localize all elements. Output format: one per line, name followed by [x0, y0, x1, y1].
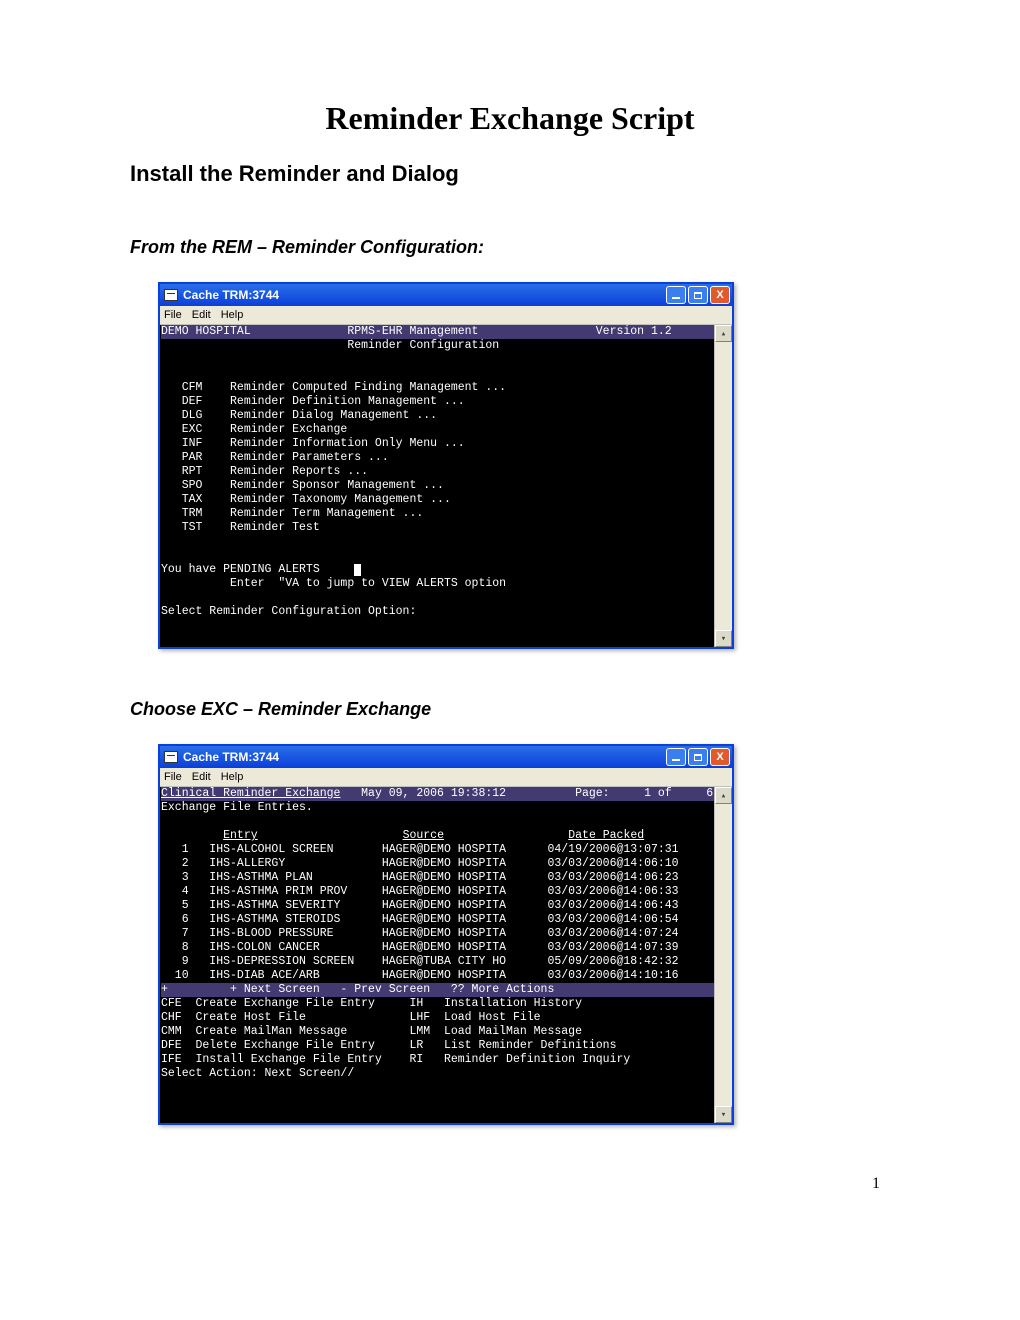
page-number: 1 [130, 1175, 890, 1193]
menu-line: SPO Reminder Sponsor Management ... [161, 479, 444, 492]
menu-line: EXC Reminder Exchange [161, 423, 347, 436]
document-title: Reminder Exchange Script [130, 100, 890, 137]
minimize-button[interactable] [666, 286, 686, 304]
close-button[interactable]: X [710, 748, 730, 766]
prompt[interactable]: Select Action: Next Screen// [161, 1067, 354, 1080]
menu-edit[interactable]: Edit [192, 770, 211, 784]
table-row[interactable]: 1 IHS-ALCOHOL SCREEN HAGER@DEMO HOSPITA … [161, 843, 679, 856]
menu-line: PAR Reminder Parameters ... [161, 451, 389, 464]
menu-line: TST Reminder Test [161, 521, 320, 534]
action-line[interactable]: CHF Create Host File LHF Load Host File [161, 1011, 541, 1024]
scrollbar[interactable]: ▴ ▾ [714, 787, 732, 1123]
close-button[interactable]: X [710, 286, 730, 304]
terminal-area[interactable]: Clinical Reminder Exchange May 09, 2006 … [160, 787, 732, 1123]
terminal-area[interactable]: DEMO HOSPITAL RPMS-EHR Management Versio… [160, 325, 732, 647]
minimize-button[interactable] [666, 748, 686, 766]
menu-file[interactable]: File [164, 770, 182, 784]
terminal-window-2: Cache TRM:3744 X File Edit Help Clinical… [158, 744, 734, 1125]
menu-line: INF Reminder Information Only Menu ... [161, 437, 465, 450]
terminal-subhead: Reminder Configuration [161, 339, 713, 352]
table-row[interactable]: 5 IHS-ASTHMA SEVERITY HAGER@DEMO HOSPITA… [161, 899, 679, 912]
prompt[interactable]: Select Reminder Configuration Option: [161, 605, 423, 618]
table-row[interactable]: 8 IHS-COLON CANCER HAGER@DEMO HOSPITA 03… [161, 941, 679, 954]
terminal-header-row: DEMO HOSPITAL RPMS-EHR Management Versio… [161, 325, 732, 339]
step-2-heading: Choose EXC – Reminder Exchange [130, 699, 890, 720]
window-title: Cache TRM:3744 [183, 750, 279, 764]
titlebar[interactable]: Cache TRM:3744 X [160, 284, 732, 306]
menu-line: CFM Reminder Computed Finding Management… [161, 381, 506, 394]
terminal-header-row: Clinical Reminder Exchange May 09, 2006 … [161, 787, 732, 801]
menu-help[interactable]: Help [221, 308, 244, 322]
scrollbar[interactable]: ▴ ▾ [714, 325, 732, 647]
step-1-heading: From the REM – Reminder Configuration: [130, 237, 890, 258]
menu-line: TAX Reminder Taxonomy Management ... [161, 493, 451, 506]
menu-edit[interactable]: Edit [192, 308, 211, 322]
scroll-up-icon[interactable]: ▴ [715, 325, 732, 342]
menu-line: TRM Reminder Term Management ... [161, 507, 423, 520]
menu-line: RPT Reminder Reports ... [161, 465, 368, 478]
terminal-subhead: Exchange File Entries. [161, 801, 713, 814]
section-heading: Install the Reminder and Dialog [130, 161, 890, 187]
titlebar[interactable]: Cache TRM:3744 X [160, 746, 732, 768]
menu-line: DEF Reminder Definition Management ... [161, 395, 465, 408]
table-row[interactable]: 9 IHS-DEPRESSION SCREEN HAGER@TUBA CITY … [161, 955, 679, 968]
nav-row[interactable]: + + Next Screen - Prev Screen ?? More Ac… [161, 983, 732, 997]
scroll-down-icon[interactable]: ▾ [715, 1106, 732, 1123]
window-title: Cache TRM:3744 [183, 288, 279, 302]
maximize-button[interactable] [688, 286, 708, 304]
table-row[interactable]: 3 IHS-ASTHMA PLAN HAGER@DEMO HOSPITA 03/… [161, 871, 679, 884]
action-line[interactable]: IFE Install Exchange File Entry RI Remin… [161, 1053, 630, 1066]
action-line[interactable]: CMM Create MailMan Message LMM Load Mail… [161, 1025, 582, 1038]
cursor-icon [354, 564, 361, 576]
menubar: File Edit Help [160, 306, 732, 325]
menu-file[interactable]: File [164, 308, 182, 322]
menubar: File Edit Help [160, 768, 732, 787]
table-row[interactable]: 2 IHS-ALLERGY HAGER@DEMO HOSPITA 03/03/2… [161, 857, 679, 870]
app-icon [164, 289, 178, 301]
action-line[interactable]: CFE Create Exchange File Entry IH Instal… [161, 997, 582, 1010]
alert-hint: Enter "VA to jump to VIEW ALERTS option [161, 577, 506, 590]
action-line[interactable]: DFE Delete Exchange File Entry LR List R… [161, 1039, 616, 1052]
maximize-button[interactable] [688, 748, 708, 766]
scroll-down-icon[interactable]: ▾ [715, 630, 732, 647]
table-row[interactable]: 10 IHS-DIAB ACE/ARB HAGER@DEMO HOSPITA 0… [161, 969, 679, 982]
menu-help[interactable]: Help [221, 770, 244, 784]
table-row[interactable]: 4 IHS-ASTHMA PRIM PROV HAGER@DEMO HOSPIT… [161, 885, 679, 898]
terminal-window-1: Cache TRM:3744 X File Edit Help DEMO HOS… [158, 282, 734, 649]
app-icon [164, 751, 178, 763]
table-row[interactable]: 6 IHS-ASTHMA STEROIDS HAGER@DEMO HOSPITA… [161, 913, 679, 926]
column-headers: Entry Source Date Packed [161, 829, 644, 842]
menu-line: DLG Reminder Dialog Management ... [161, 409, 437, 422]
alert-line: You have PENDING ALERTS [161, 563, 354, 576]
scroll-up-icon[interactable]: ▴ [715, 787, 732, 804]
table-row[interactable]: 7 IHS-BLOOD PRESSURE HAGER@DEMO HOSPITA … [161, 927, 679, 940]
